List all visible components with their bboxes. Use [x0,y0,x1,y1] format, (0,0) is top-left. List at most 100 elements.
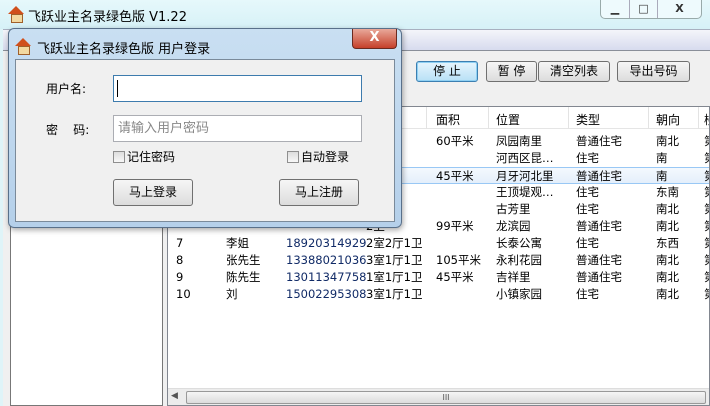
cell-orient: 南北 [656,219,679,233]
cell-phone: 13011347758 [286,270,367,284]
cell-location: 吉祥里 [496,270,531,284]
cell-orient: 南北 [656,270,679,284]
cell-location: 小镇家园 [496,287,542,301]
cell-type: 住宅 [576,236,599,250]
col-type[interactable]: 类型 [576,111,600,128]
table-row[interactable]: 7 李姐 189203149292室2厅1卫 长泰公寓 住宅 东西 第 [168,235,709,252]
cell-type: 住宅 [576,287,599,301]
cell-name: 刘 [226,287,238,301]
cell-area: 45平米 [436,169,474,183]
scroll-thumb[interactable]: III [186,391,706,404]
dialog-body: 用户名: 密 码: 请输入用户密码 记住密码 自动登录 马上登录 马上注册 [15,59,395,222]
cell-extra: 第 [704,201,709,218]
col-location[interactable]: 位置 [496,111,520,128]
dialog-title: 飞跃业主名录绿色版 用户登录 [37,42,211,57]
cell-type: 普通住宅 [576,169,622,183]
cell-location: 古芳里 [496,202,531,216]
main-window-title: 飞跃业主名录绿色版 V1.22 [28,10,187,25]
cell-location: 龙滨园 [496,219,531,233]
dialog-close-button[interactable]: X [352,29,397,49]
maximize-button[interactable]: □ [629,0,657,18]
cell-no: 7 [176,236,184,250]
cell-layout: 3室1厅1卫 [366,287,423,301]
cell-type: 住宅 [576,202,599,216]
table-row[interactable]: 9 陈先生 130113477581室1厅1卫 45平米 吉祥里 普通住宅 南北 第 [168,269,709,286]
cell-type: 普通住宅 [576,134,622,148]
horizontal-scrollbar[interactable]: ◀ III [168,388,709,405]
scroll-left-icon[interactable]: ◀ [171,391,178,401]
cell-extra: 第 [704,252,709,269]
remember-password-checkbox[interactable]: 记住密码 [113,148,175,165]
cell-location: 王顶堤观… [496,185,554,199]
clear-list-button[interactable]: 清空列表 [538,61,610,82]
cell-name: 李姐 [226,236,249,250]
cell-area: 45平米 [436,270,474,284]
cell-type: 普通住宅 [576,219,622,233]
cell-extra: 第 [704,168,709,185]
cell-no: 9 [176,270,184,284]
checkbox-icon [113,150,125,163]
col-orientation[interactable]: 朝向 [656,111,680,128]
password-label: 密 码: [46,123,90,137]
cell-phone: 18920314929 [286,236,367,250]
remember-label: 记住密码 [127,150,176,164]
cell-extra: 第 [704,286,709,303]
cell-phone: 15002295308 [286,287,367,301]
close-button[interactable]: X [657,0,701,18]
col-area[interactable]: 面积 [436,111,460,128]
cell-extra: 第 [704,150,709,167]
cell-location: 永利花园 [496,253,542,267]
cell-location: 月牙河北里 [496,169,554,183]
username-label: 用户名: [46,82,87,96]
login-button[interactable]: 马上登录 [113,179,193,206]
window-controls: ▁ □ X [600,0,702,19]
cell-no: 8 [176,253,184,267]
minimize-button[interactable]: ▁ [601,0,629,18]
cell-type: 住宅 [576,185,599,199]
cell-layout: 3室1厅1卫 [366,253,423,267]
cell-layout: 2室2厅1卫 [366,236,423,250]
cell-extra: 第 [704,218,709,235]
cell-type: 普通住宅 [576,270,622,284]
export-numbers-button[interactable]: 导出号码 [617,61,690,82]
cell-orient: 南北 [656,287,679,301]
pause-button[interactable]: 暂 停 [486,61,537,82]
password-input[interactable]: 请输入用户密码 [113,115,362,142]
cell-location: 长泰公寓 [496,236,542,250]
cell-area: 105平米 [436,253,481,267]
cell-name: 陈先生 [226,270,261,284]
register-button[interactable]: 马上注册 [279,179,359,206]
cell-orient: 南 [656,151,668,165]
cell-orient: 南 [656,169,668,183]
auto-login-checkbox[interactable]: 自动登录 [287,148,349,165]
cell-extra: 第 [704,133,709,150]
cell-location: 凤园南里 [496,134,542,148]
left-panel [10,200,163,406]
username-input[interactable] [113,75,362,102]
app-house-icon [8,6,24,23]
dialog-house-icon [15,38,31,55]
auto-login-label: 自动登录 [301,150,350,164]
cell-orient: 南北 [656,134,679,148]
col-floor[interactable]: 楼 [704,111,709,128]
cell-extra: 第 [704,235,709,252]
cell-extra: 第 [704,269,709,286]
cell-layout: 1室1厅1卫 [366,270,423,284]
cell-location: 河西区昆… [496,151,554,165]
login-dialog: 飞跃业主名录绿色版 用户登录 X 用户名: 密 码: 请输入用户密码 记住密码 … [8,28,402,228]
table-row[interactable]: 10 刘 150022953083室1厅1卫 小镇家园 住宅 南北 第 [168,286,709,303]
cell-orient: 南北 [656,202,679,216]
cell-extra: 第 [704,184,709,201]
cell-orient: 东南 [656,185,679,199]
cell-name: 张先生 [226,253,261,267]
cell-type: 住宅 [576,151,599,165]
cell-phone: 13388021036 [286,253,367,267]
stop-button[interactable]: 停 止 [416,61,478,82]
main-title-bar: 飞跃业主名录绿色版 V1.22 ▁ □ X [0,0,710,29]
cell-area: 99平米 [436,219,474,233]
table-row[interactable]: 8 张先生 133880210363室1厅1卫 105平米 永利花园 普通住宅 南北 第 [168,252,709,269]
cell-area: 60平米 [436,134,474,148]
checkbox-icon [287,150,299,163]
cell-orient: 东西 [656,236,679,250]
cell-no: 10 [176,287,191,301]
